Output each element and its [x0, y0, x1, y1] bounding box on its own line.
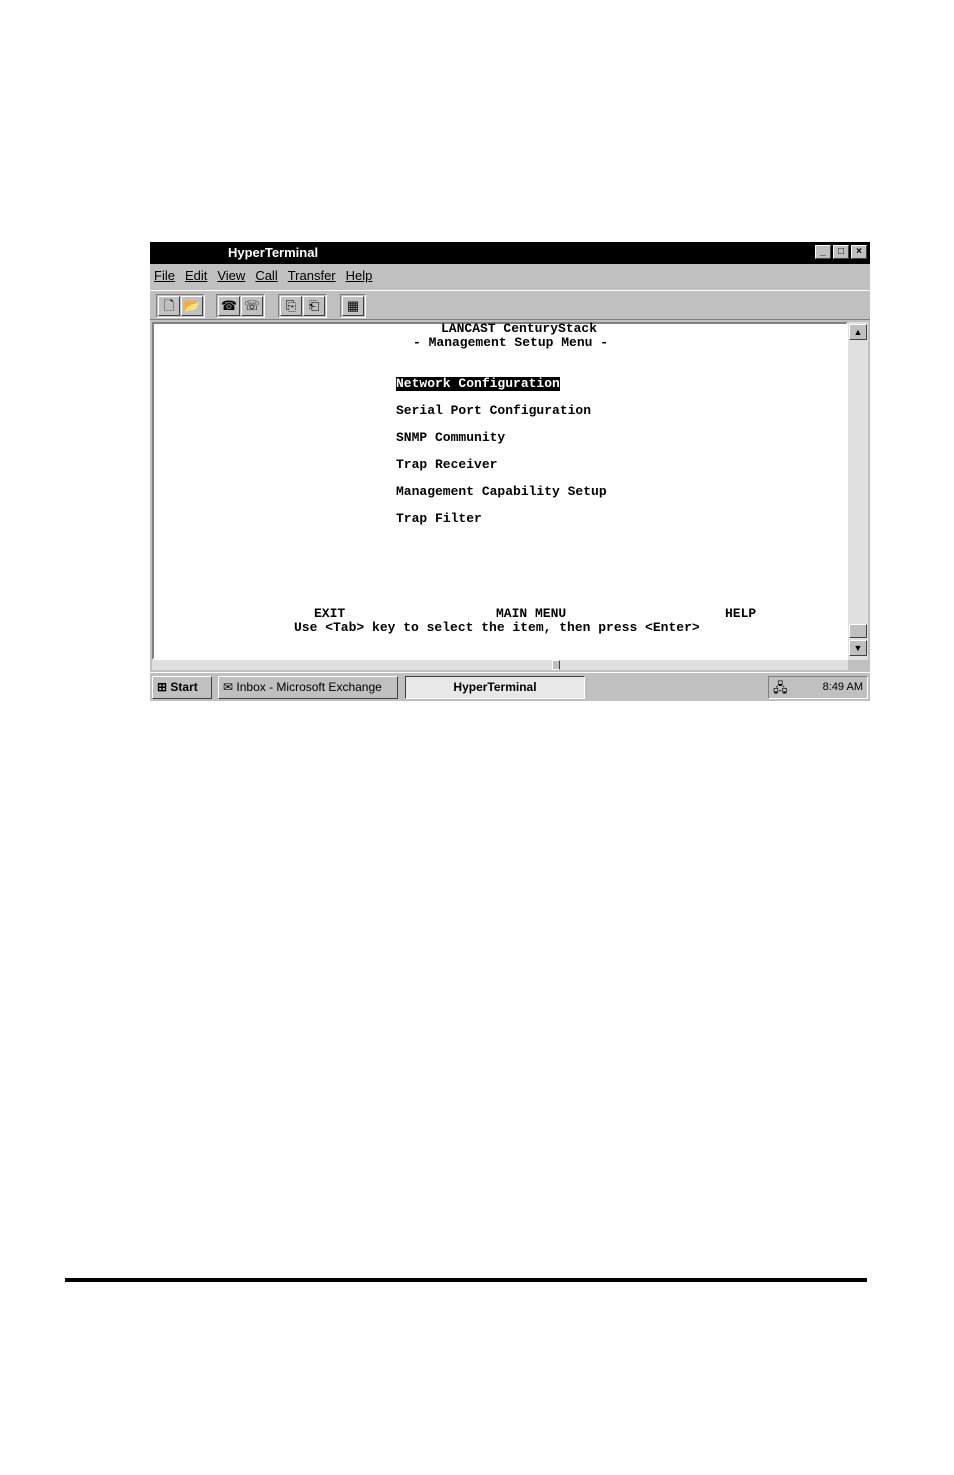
terminal-header-subtitle: - Management Setup Menu - [413, 335, 609, 350]
maximize-button[interactable]: □ [833, 245, 849, 259]
menu-option-trap-receiver[interactable]: Trap Receiver [396, 458, 497, 472]
taskbar-hyperterminal-button[interactable]: HyperTerminal [405, 676, 585, 699]
taskbar-inbox-label: Inbox - Microsoft Exchange [236, 680, 382, 694]
menu-call[interactable]: Call [255, 266, 277, 286]
clock[interactable]: 8:49 AM [823, 677, 863, 698]
menu-view[interactable]: View [217, 266, 245, 286]
taskbar: ⊞ Start ✉ Inbox - Microsoft Exchange Hyp… [150, 672, 870, 701]
toolbar-group-transfer: ⎘ ⎗ [278, 294, 327, 318]
terminal-header-title: LANCAST CenturyStack [441, 321, 598, 336]
connect-icon[interactable]: ☎ [218, 296, 240, 316]
toolbar-group-call: ☎ ☏ [216, 294, 265, 318]
window-controls: _ □ × [815, 245, 867, 259]
horizontal-scrollbar[interactable] [152, 660, 848, 670]
close-button[interactable]: × [851, 245, 867, 259]
properties-icon[interactable]: ▦ [342, 296, 364, 316]
hyperterminal-window: HyperTerminal _ □ × File Edit View Call … [150, 242, 870, 701]
minimize-button[interactable]: _ [815, 245, 831, 259]
terminal-screen[interactable]: LANCAST CenturyStack - Management Setup … [152, 322, 848, 660]
menu-option-network-configuration[interactable]: Network Configuration [396, 377, 560, 391]
menu-option-snmp-community[interactable]: SNMP Community [396, 431, 505, 445]
window-title: HyperTerminal [228, 245, 319, 260]
menu-transfer[interactable]: Transfer [288, 266, 336, 286]
inbox-icon: ✉ [223, 680, 234, 694]
disconnect-icon[interactable]: ☏ [241, 296, 263, 316]
menu-help[interactable]: Help [346, 266, 373, 286]
toolbar-group-file: 🗋 📂 [156, 294, 205, 318]
menu-edit[interactable]: Edit [185, 266, 207, 286]
title-bar[interactable]: HyperTerminal _ □ × [150, 242, 870, 264]
footer-main-menu[interactable]: MAIN MENU [496, 607, 566, 621]
start-label: Start [170, 680, 198, 694]
menu-bar: File Edit View Call Transfer Help [150, 266, 870, 286]
toolbar-group-properties: ▦ [340, 294, 366, 318]
open-icon[interactable]: 📂 [181, 296, 203, 316]
receive-icon[interactable]: ⎗ [303, 296, 325, 316]
menu-option-management-capability-setup[interactable]: Management Capability Setup [396, 485, 607, 499]
footer-exit[interactable]: EXIT [314, 607, 345, 621]
horizontal-scroll-thumb[interactable] [552, 660, 560, 670]
vertical-scroll-thumb[interactable] [849, 624, 867, 638]
vertical-scrollbar[interactable]: ▲ ▼ [848, 322, 868, 660]
page-divider [65, 1278, 867, 1282]
windows-logo-icon: ⊞ [157, 680, 168, 694]
system-tray: 🖧 8:49 AM [768, 676, 868, 699]
menu-option-trap-filter[interactable]: Trap Filter [396, 512, 482, 526]
scroll-up-icon[interactable]: ▲ [849, 324, 867, 340]
footer-help[interactable]: HELP [725, 607, 756, 621]
toolbar: 🗋 📂 ☎ ☏ ⎘ ⎗ ▦ [150, 290, 870, 320]
menu-file[interactable]: File [154, 266, 175, 286]
start-button[interactable]: ⊞ Start [152, 676, 212, 699]
new-icon[interactable]: 🗋 [158, 296, 180, 316]
menu-option-serial-port-configuration[interactable]: Serial Port Configuration [396, 404, 591, 418]
scroll-down-icon[interactable]: ▼ [849, 640, 867, 656]
network-icon[interactable]: 🖧 [773, 677, 788, 698]
taskbar-inbox-button[interactable]: ✉ Inbox - Microsoft Exchange [218, 676, 398, 699]
send-icon[interactable]: ⎘ [280, 296, 302, 316]
instruction-text: Use <Tab> key to select the item, then p… [294, 620, 700, 635]
